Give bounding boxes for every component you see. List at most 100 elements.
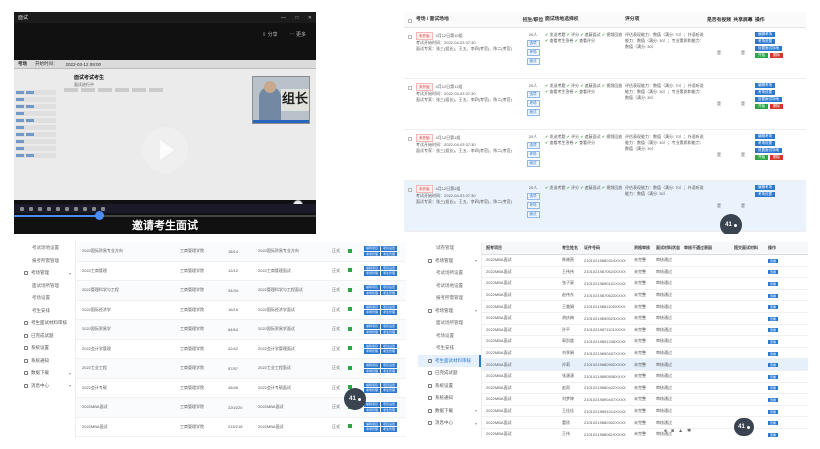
session-name[interactable]: 4月12日第11组 [436,84,463,89]
edit-project-button[interactable]: 编辑项目 [364,382,381,388]
table-row[interactable]: 2022国际贸易专业方向 工商管理学院 18/14 2022国际贸易专业方向 正式 编辑项… [76,242,406,262]
position-button[interactable]: 考场 [526,202,540,209]
sidebar-item[interactable]: 考试场地设置 [14,242,75,255]
start-icon[interactable] [20,206,24,211]
table-row[interactable]: 未开始 4月12日第11组 考试开始时间：2022-04-03 07:30 面试专家：… [404,79,806,130]
table-row[interactable]: 2022MBA面试 郭凯旋 21010219891208XXXX 未完整 审核通过 查看 [482,336,808,348]
sidebar-item[interactable]: 消息中心 ▾ [14,380,75,393]
project-name[interactable]: 2022工业工程 [76,365,180,371]
table-row[interactable]: 2022MBA面试 刘季娟 21010219890407XXXX 未完整 审核通过 查看 [482,348,808,360]
table-row[interactable]: 2022MBA面试 赵伟东 21010219870623XXXX 未完整 审核通过 查看 [482,290,808,302]
table-row[interactable]: 未开始 4月12日第10组 考试开始时间：2022-04-03 07:30 面试专家：… [404,28,806,79]
project-settings-button[interactable]: 项目设置 [381,402,398,407]
sidebar-item[interactable]: 已完成试题 [418,367,481,380]
position-button[interactable]: 面试 [526,58,540,65]
start-button[interactable]: 开始 [755,155,768,160]
room-manage-button[interactable]: 考场管理 [364,251,381,257]
position-button[interactable]: 考场 [526,100,540,107]
candidate-manage-button[interactable]: 考生管理 [381,329,398,335]
sidebar-item[interactable]: 报考所需管理 [418,292,481,305]
table-row[interactable]: 2022MBA面试 陈晓燕 21010219880314XXXX 未完整 审核通过 查看 [482,255,808,267]
project-settings-button[interactable]: 项目设置 [381,324,398,329]
table-row[interactable]: 2022国际经济学 工商管理学院 16/16 2022国际经济学面试 正式 编辑项目 项目设… [76,301,406,320]
project-name[interactable]: 2022会计学管理 [76,346,180,352]
position-button[interactable]: 面试 [526,109,540,116]
share-button[interactable]: ⇪ 分享 [262,31,278,38]
room-manage-button[interactable]: 考场管理 [364,290,381,296]
view-button[interactable]: 查看 [768,386,779,391]
sidebar-item[interactable]: 数据下载 ▾ [14,367,75,380]
sidebar-item[interactable]: 考场管理 ▾ [14,267,75,280]
view-button[interactable]: 查看 [768,363,779,368]
table-row[interactable]: 2022MBA面试 孙平 21010219871101XXXX 未完整 审核通过 查看 [482,325,808,337]
candidate-manage-button[interactable]: 考生管理 [381,368,398,374]
table-row[interactable]: 2022MBA面试 董欣 21010219880302XXXX 未完整 审核通过 查看 [482,417,808,429]
view-button[interactable]: 查看 [768,305,779,310]
view-button[interactable]: 查看 [768,374,779,379]
delete-button[interactable]: 删除 [770,53,783,58]
mic-icon[interactable]: ● [664,428,667,434]
sidebar-item[interactable]: 考生安排 [418,342,481,355]
edit-project-button[interactable]: 编辑项目 [364,265,381,271]
camera-icon[interactable]: ■ [671,428,674,434]
more-button[interactable]: ⋯ 更多 [290,31,306,38]
room-manage-button[interactable]: 考场管理 [364,329,381,335]
sidebar-item[interactable]: 考生面试材料审核 [14,317,75,330]
position-button[interactable]: 面试 [526,211,540,218]
table-row[interactable]: 2022MBA面试 王美娟 21010219881105XXXX 未完整 审核通过 查看 [482,301,808,313]
project-settings-button[interactable]: 项目设置 [381,343,398,349]
position-button[interactable]: 选项 [526,142,540,149]
sidebar-item[interactable]: 面试场所管理 [14,280,75,293]
sidebar-item[interactable]: 系统设置 [418,380,481,393]
session-name[interactable]: 4月12日第1组 [436,135,461,140]
table-row[interactable]: 2022MBA面试 张潇潇 21010219890508XXXX 未完整 审核通过 查看 [482,371,808,383]
table-row[interactable]: 2022MBA面试 工商管理学院 215/218 2022MBA面试 正式 编辑项目 项目设… [76,418,406,437]
close-button[interactable]: ✕ [308,15,312,21]
row-checkbox[interactable] [408,86,412,90]
view-button[interactable]: 查看 [768,328,779,333]
table-row[interactable]: 2022MBA面试 王伟伟 21010219870624XXXX 未完整 审核通过 查看 [482,267,808,279]
position-button[interactable]: 考场 [526,151,540,158]
set-venue-button[interactable]: 设置面试场地 [755,148,782,153]
edit-project-button[interactable]: 编辑项目 [364,285,381,290]
project-name[interactable]: 2022国际贸易学 [76,326,180,332]
row-checkbox[interactable] [408,35,412,39]
chat-bubble-icon[interactable]: 41 [734,418,754,436]
session-name[interactable]: 4月12日第10组 [436,33,463,38]
view-button[interactable]: 查看 [768,409,779,414]
candidate-manage-button[interactable]: 考生管理 [381,407,398,413]
room-settings-button[interactable]: 考场设置 [755,141,775,146]
project-name[interactable]: 2022MBA面试 [76,404,180,410]
edit-room-button[interactable]: 编辑考场 [755,185,775,190]
view-button[interactable]: 查看 [768,258,779,263]
project-settings-button[interactable]: 项目设置 [381,363,398,368]
project-name[interactable]: 2022工商管理 [76,268,180,274]
edit-project-button[interactable]: 编辑项目 [364,343,381,349]
project-name[interactable]: 2022国际贸易专业方向 [76,248,180,254]
sidebar-item[interactable]: 已完成试题 [14,330,75,343]
candidate-manage-button[interactable]: 考生管理 [381,388,398,393]
sidebar-item[interactable]: 考场管理 ▾ [418,305,481,318]
session-name[interactable]: 4月12日第2组 [436,186,461,191]
chat-bubble-icon[interactable]: 41 [720,214,742,234]
row-checkbox[interactable] [408,188,412,192]
table-row[interactable]: 2022国际贸易学 工商管理学院 64/64 2022国际贸易学面试 正式 编辑项目 项目设… [76,320,406,340]
project-settings-button[interactable]: 项目设置 [381,265,398,271]
start-button[interactable]: 开始 [755,104,768,109]
sidebar-item[interactable]: 数据下载 ▾ [418,405,481,418]
table-row[interactable]: 2022工业工程 工商管理学院 57/57 2022工业工程面试 正式 编辑项目 项目设置考… [76,359,406,379]
sidebar-item[interactable]: 考场设置 [14,292,75,305]
view-button[interactable]: 查看 [768,421,779,426]
table-row[interactable]: 未开始 4月12日第1组 考试开始时间：2022-04-03 07:30 面试专家：张… [404,130,806,181]
project-name[interactable]: 2022国际经济学 [76,307,180,313]
table-row[interactable]: 2022MBA面试 赵雨 21010219880422XXXX 未完整 审核通过 查看 [482,383,808,395]
project-settings-button[interactable]: 项目设置 [381,382,398,388]
project-settings-button[interactable]: 项目设置 [381,246,398,251]
view-button[interactable]: 查看 [768,293,779,298]
room-manage-button[interactable]: 考场管理 [364,407,381,413]
edit-room-button[interactable]: 编辑考场 [755,134,775,139]
sidebar-item[interactable]: 报考所需管理 [14,255,75,268]
position-button[interactable]: 选项 [526,193,540,200]
sidebar-item[interactable]: 面试场所管理 [418,317,481,330]
sidebar-item[interactable]: 考场设置 [418,330,481,343]
